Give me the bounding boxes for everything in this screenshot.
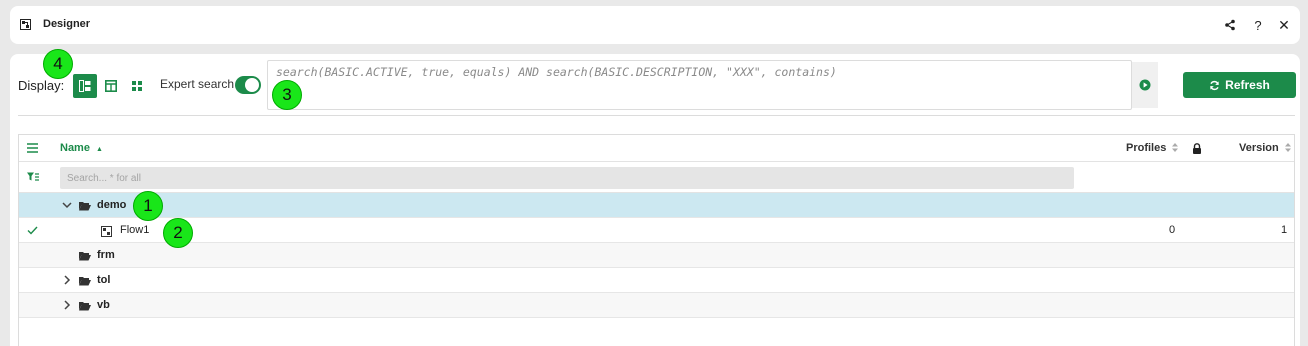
chevron-down-icon[interactable] xyxy=(61,199,73,211)
toggle-knob xyxy=(245,78,259,92)
refresh-label: Refresh xyxy=(1225,78,1270,92)
column-header-name[interactable]: Name ▲ xyxy=(60,142,103,154)
version-number: 1 xyxy=(1281,224,1288,236)
tiles-view-icon xyxy=(132,81,142,91)
tree-view-button[interactable] xyxy=(73,74,97,98)
column-header-version[interactable]: Version xyxy=(1239,142,1291,154)
flow-icon xyxy=(101,226,112,237)
folder-open-icon xyxy=(79,302,91,311)
callout-marker-1: 1 xyxy=(133,191,163,221)
refresh-icon xyxy=(1210,80,1220,90)
tree-row-demo[interactable]: demo xyxy=(19,193,1294,218)
tree-row-label: vb xyxy=(97,299,110,311)
column-name-label: Name xyxy=(60,142,90,154)
tree-row-label: frm xyxy=(97,249,115,261)
folder-open-icon xyxy=(79,202,91,211)
display-label: Display: xyxy=(18,78,65,93)
tree-row-flow1[interactable]: Flow1 0 1 xyxy=(19,218,1294,243)
column-profiles-label: Profiles xyxy=(1126,142,1167,154)
designer-app-icon xyxy=(20,19,31,30)
profiles-count: 0 xyxy=(1169,224,1176,236)
toolbar-divider xyxy=(18,115,1295,116)
expert-query-input[interactable]: search(BASIC.ACTIVE, true, equals) AND s… xyxy=(267,60,1132,110)
tree-row-label: demo xyxy=(97,199,127,211)
tiles-view-button[interactable] xyxy=(125,74,149,98)
chevron-right-icon[interactable] xyxy=(61,274,73,286)
split-view-button[interactable] xyxy=(99,74,123,98)
filter-icon[interactable] xyxy=(27,172,39,182)
callout-marker-3: 3 xyxy=(272,80,302,110)
share-icon[interactable] xyxy=(1221,16,1239,34)
sort-icon xyxy=(1172,143,1179,152)
query-text: search(BASIC.ACTIVE, true, equals) AND s… xyxy=(276,65,837,79)
sort-ascending-icon: ▲ xyxy=(96,146,103,153)
folder-open-icon xyxy=(79,252,91,261)
table-header: Name ▲ Profiles Version xyxy=(19,135,1294,162)
filter-row xyxy=(19,162,1294,193)
main-panel: Display: Expert search search(BASIC.ACTI… xyxy=(10,54,1300,346)
expert-search-toggle[interactable] xyxy=(235,76,261,94)
help-icon[interactable]: ? xyxy=(1249,16,1267,34)
sort-icon xyxy=(1284,143,1291,152)
play-icon xyxy=(1139,79,1151,91)
lock-icon xyxy=(1193,143,1201,154)
tree-row-vb[interactable]: vb xyxy=(19,293,1294,318)
title-bar: Designer ? ✕ xyxy=(10,6,1300,44)
tree-row-label: Flow1 xyxy=(120,224,150,236)
close-icon[interactable]: ✕ xyxy=(1275,16,1293,34)
folder-open-icon xyxy=(79,277,91,286)
refresh-button[interactable]: Refresh xyxy=(1183,72,1296,98)
column-version-label: Version xyxy=(1239,142,1279,154)
app-title: Designer xyxy=(43,18,91,30)
expert-search-label: Expert search xyxy=(160,77,235,91)
split-view-icon xyxy=(105,80,117,92)
tree-row-frm[interactable]: frm xyxy=(19,243,1294,268)
callout-marker-2: 2 xyxy=(163,218,193,248)
run-query-button[interactable] xyxy=(1132,62,1158,108)
tree-row-tol[interactable]: tol xyxy=(19,268,1294,293)
name-filter-input[interactable] xyxy=(60,167,1074,189)
chevron-right-icon[interactable] xyxy=(61,299,73,311)
checkmark-icon xyxy=(27,226,38,235)
column-menu-icon[interactable] xyxy=(27,143,38,153)
tree-view-icon xyxy=(79,80,91,92)
designer-tree-table: Name ▲ Profiles Version Search... * for … xyxy=(18,134,1295,346)
tree-row-label: tol xyxy=(97,274,111,286)
callout-marker-4: 4 xyxy=(43,49,73,79)
column-header-profiles[interactable]: Profiles xyxy=(1126,142,1179,154)
